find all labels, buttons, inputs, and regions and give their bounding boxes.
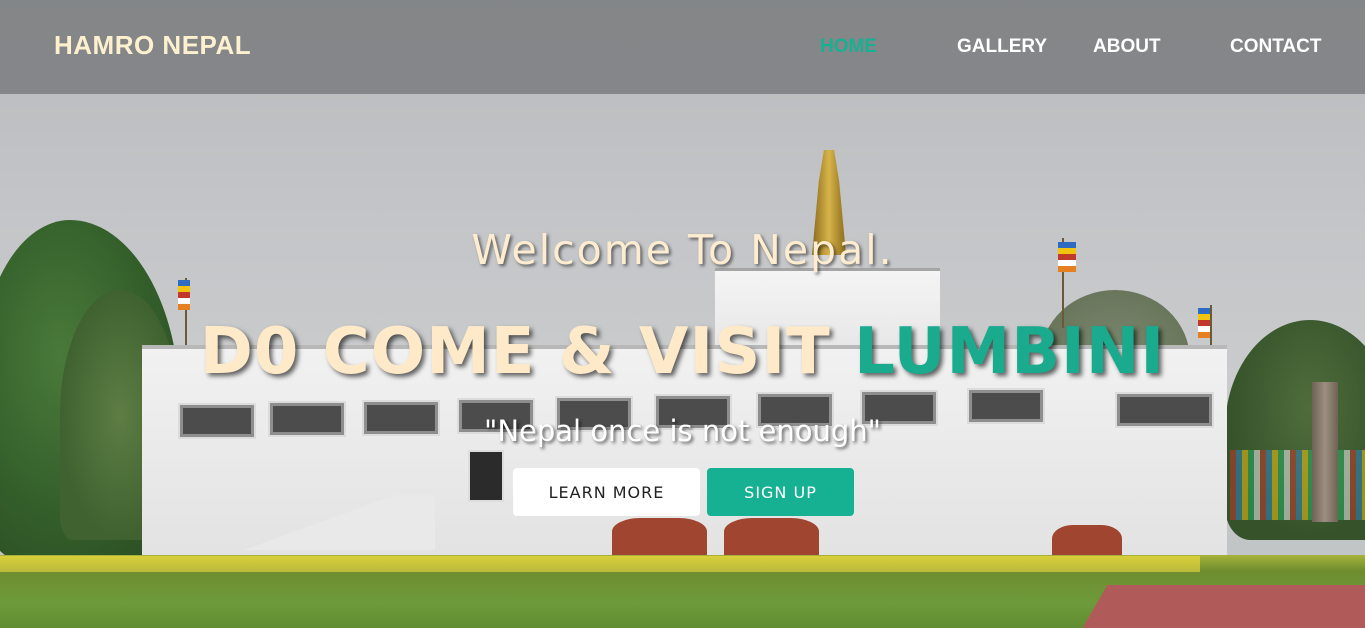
buddhist-flag bbox=[178, 280, 190, 310]
prayer-flags bbox=[1230, 450, 1365, 520]
sign-up-button[interactable]: SIGN UP bbox=[707, 468, 854, 516]
hero-headline: D0 COME & VISIT LUMBINI bbox=[0, 315, 1365, 389]
learn-more-button[interactable]: LEARN MORE bbox=[513, 468, 700, 516]
temple-door bbox=[468, 450, 504, 502]
nav-gallery[interactable]: GALLERY bbox=[957, 36, 1047, 58]
flower-hedge bbox=[0, 556, 1200, 572]
nav-contact[interactable]: CONTACT bbox=[1230, 36, 1321, 58]
hero-welcome-text: Welcome To Nepal. bbox=[471, 226, 894, 274]
ashoka-pillar bbox=[1312, 382, 1338, 522]
hero-tagline: "Nepal once is not enough" bbox=[483, 414, 882, 448]
nav-about[interactable]: ABOUT bbox=[1093, 36, 1161, 58]
navbar: HAMRO NEPAL HOME GALLERY ABOUT CONTACT bbox=[0, 0, 1365, 94]
hero-headline-prefix: D0 COME & VISIT bbox=[199, 315, 831, 389]
hero-headline-accent: LUMBINI bbox=[854, 315, 1166, 389]
brick-path bbox=[1072, 585, 1365, 628]
brand-logo-text[interactable]: HAMRO NEPAL bbox=[54, 30, 251, 61]
temple-ramp bbox=[215, 495, 435, 550]
hero-background-image bbox=[0, 0, 1365, 628]
nav-home[interactable]: HOME bbox=[820, 36, 877, 58]
